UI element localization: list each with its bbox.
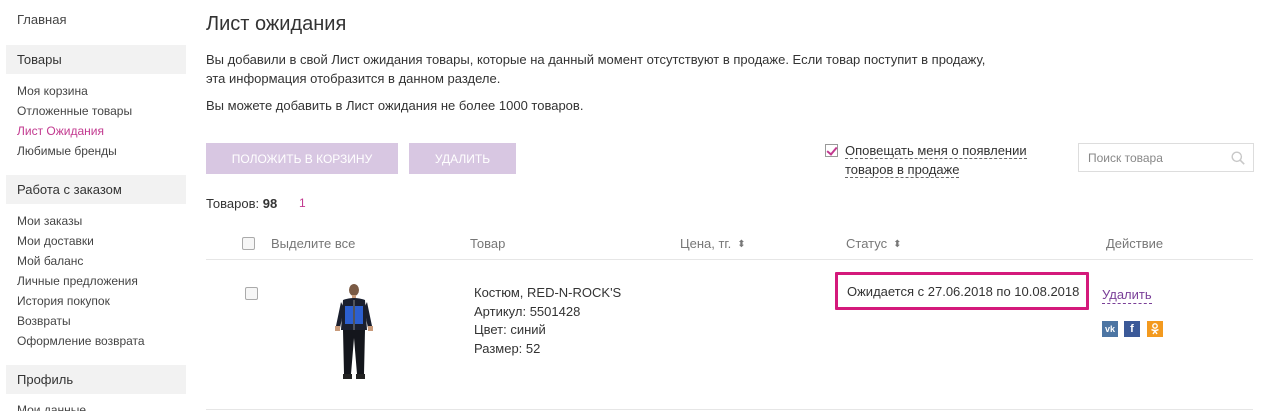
product-name[interactable]: Костюм, RED-N-ROCK'S: [474, 284, 621, 303]
sidebar-item-my-orders[interactable]: Мои заказы: [17, 214, 82, 228]
delete-item-link[interactable]: Удалить: [1102, 287, 1152, 304]
sidebar-item-deliveries[interactable]: Мои доставки: [17, 234, 94, 248]
product-info: Костюм, RED-N-ROCK'S Артикул: 5501428 Цв…: [474, 284, 621, 358]
column-header-action: Действие: [1106, 236, 1164, 251]
notify-checkbox[interactable]: [825, 144, 838, 157]
row-checkbox[interactable]: [245, 287, 258, 300]
limit-text: Вы можете добавить в Лист ожидания не бо…: [206, 98, 584, 113]
sidebar-item-my-data[interactable]: Мои данные: [17, 403, 86, 411]
sidebar-section-title: Товары: [17, 52, 62, 67]
sidebar-item-return-form[interactable]: Оформление возврата: [17, 334, 145, 348]
intro-line: Вы добавили в свой Лист ожидания товары,…: [206, 52, 986, 67]
divider: [206, 259, 1253, 260]
sidebar-section-title: Работа с заказом: [17, 182, 122, 197]
column-header-status-label: Статус: [846, 236, 888, 251]
select-all-label[interactable]: Выделите все: [271, 236, 355, 251]
items-count-label: Товаров:: [206, 196, 260, 211]
sidebar: Главная Товары Моя корзина Отложенные то…: [0, 0, 187, 411]
sidebar-item-history[interactable]: История покупок: [17, 294, 110, 308]
sidebar-section-goods: Товары: [6, 45, 186, 74]
column-header-price-label: Цена, тг.: [680, 236, 732, 251]
sidebar-item-cart[interactable]: Моя корзина: [17, 84, 88, 98]
product-color: Цвет: синий: [474, 322, 546, 337]
items-count: Товаров: 98: [206, 196, 277, 211]
status-text: Ожидается с 27.06.2018 по 10.08.2018: [847, 283, 1080, 299]
column-header-price[interactable]: Цена, тг. ⬍: [680, 236, 746, 251]
delete-selected-button[interactable]: Удалить: [409, 143, 516, 174]
add-to-cart-button[interactable]: Положить в корзину: [206, 143, 398, 174]
column-header-status[interactable]: Статус ⬍: [846, 236, 902, 251]
sidebar-item-brands[interactable]: Любимые бренды: [17, 144, 117, 158]
pagination-page[interactable]: 1: [299, 196, 306, 210]
search-icon[interactable]: [1231, 151, 1245, 165]
search-input[interactable]: [1079, 144, 1229, 171]
sidebar-item-offers[interactable]: Личные предложения: [17, 274, 138, 288]
sidebar-item-saved[interactable]: Отложенные товары: [17, 104, 132, 118]
notify-label-line: Оповещать меня о появлении: [845, 143, 1027, 159]
sort-arrows-icon[interactable]: ⬍: [893, 239, 901, 250]
sidebar-item-returns[interactable]: Возвраты: [17, 314, 71, 328]
sort-arrows-icon[interactable]: ⬍: [737, 239, 745, 250]
divider: [206, 409, 1253, 410]
notify-label-line: товаров в продаже: [845, 162, 960, 178]
odnoklassniki-glyph: [1151, 323, 1159, 335]
facebook-icon[interactable]: f: [1124, 321, 1140, 337]
search-box: [1078, 143, 1254, 172]
intro-line: эта информация отобразится в данном разд…: [206, 71, 501, 86]
sidebar-section-title: Профиль: [17, 372, 74, 387]
vk-icon[interactable]: vk: [1102, 321, 1118, 337]
notify-label[interactable]: Оповещать меня о появлении товаров в про…: [845, 141, 1045, 179]
status-badge: Ожидается с 27.06.2018 по 10.08.2018: [835, 272, 1089, 310]
intro-text: Вы добавили в свой Лист ожидания товары,…: [206, 50, 1006, 88]
sidebar-section-orders: Работа с заказом: [6, 175, 186, 204]
odnoklassniki-icon[interactable]: [1147, 321, 1163, 337]
sidebar-item-waitlist[interactable]: Лист Ожидания: [17, 124, 104, 138]
sidebar-item-balance[interactable]: Мой баланс: [17, 254, 83, 268]
main-content: Лист ожидания Вы добавили в свой Лист ож…: [206, 0, 1261, 411]
select-all-checkbox[interactable]: [242, 237, 255, 250]
sidebar-section-profile: Профиль: [6, 365, 186, 394]
column-header-product: Товар: [470, 236, 506, 251]
items-count-value: 98: [262, 196, 278, 211]
product-size: Размер: 52: [474, 340, 541, 356]
product-image[interactable]: [331, 282, 377, 386]
sidebar-item-home[interactable]: Главная: [17, 12, 66, 27]
product-article: Артикул: 5501428: [474, 303, 581, 319]
page-title: Лист ожидания: [206, 13, 347, 35]
